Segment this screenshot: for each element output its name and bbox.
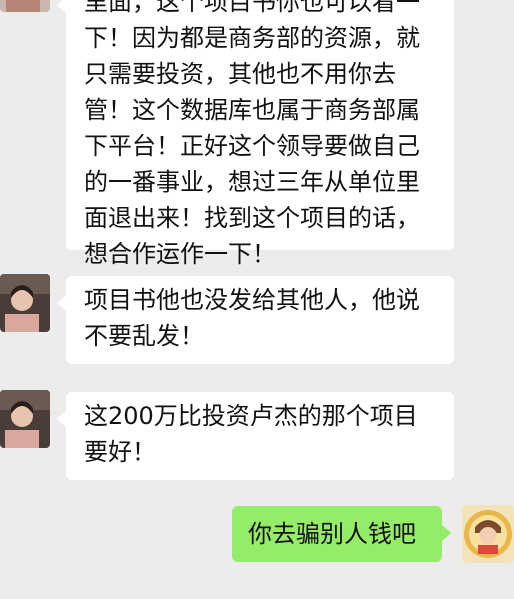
message-line: 只需要投资，其他也不用你去 [84, 60, 396, 88]
chat-conversation: 里面，这个项目书你也可以看一 下！因为都是商务部的资源，就 只需要投资，其他也不… [0, 0, 514, 599]
message-bubble-outgoing[interactable]: 你去骗别人钱吧 [232, 506, 451, 562]
message-bubble[interactable]: 里面，这个项目书你也可以看一 下！因为都是商务部的资源，就 只需要投资，其他也不… [57, 0, 454, 268]
message-line: 你去骗别人钱吧 [248, 520, 416, 548]
message-line: 这200万比投资卢杰的那个项目 [84, 402, 418, 430]
message-line: 下平台！正好这个领导要做自己 [84, 132, 420, 160]
message-line: 项目书他也没发给其他人，他说 [84, 286, 420, 314]
message-line: 下！因为都是商务部的资源，就 [84, 24, 420, 52]
message-line: 里面，这个项目书你也可以看一 [84, 0, 420, 16]
contact-avatar[interactable] [0, 390, 50, 448]
message-line: 的一番事业，想过三年从单位里 [84, 168, 420, 196]
message-line: 不要乱发！ [84, 322, 204, 350]
message-bubble[interactable]: 项目书他也没发给其他人，他说 不要乱发！ [57, 276, 454, 364]
my-avatar[interactable] [462, 505, 514, 563]
contact-avatar[interactable] [0, 0, 50, 12]
message-line: 管！这个数据库也属于商务部属 [84, 96, 420, 124]
message-line: 要好！ [84, 438, 156, 466]
message-line: 面退出来！找到这个项目的话， [84, 204, 420, 232]
message-line: 想合作运作一下！ [84, 240, 276, 268]
message-bubble[interactable]: 这200万比投资卢杰的那个项目 要好！ [57, 392, 454, 480]
contact-avatar[interactable] [0, 274, 50, 332]
